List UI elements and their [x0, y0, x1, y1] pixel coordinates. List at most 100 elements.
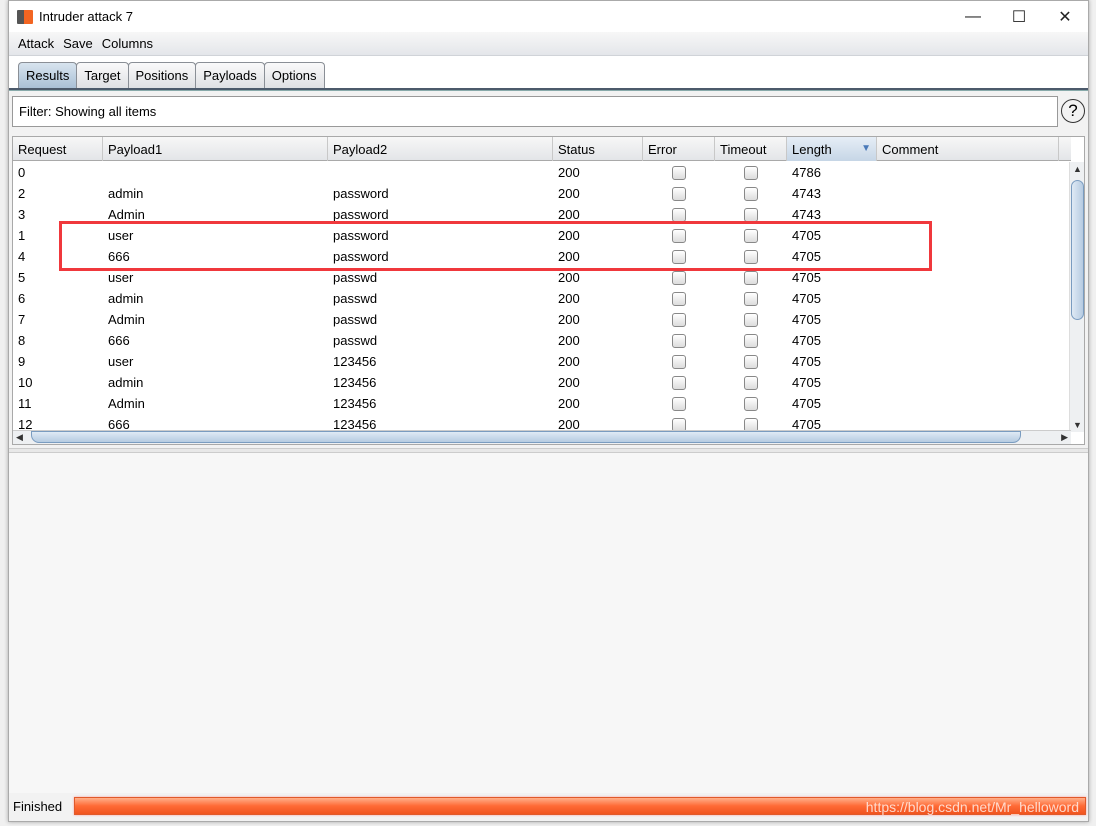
checkbox-icon[interactable]: [672, 249, 686, 264]
column-header-request[interactable]: Request: [13, 137, 103, 161]
scroll-left-icon[interactable]: ◀: [16, 432, 23, 443]
table-row[interactable]: 8 666 passwd 200 4705: [13, 330, 1071, 351]
table-row[interactable]: 1 user password 200 4705: [13, 225, 1071, 246]
cell-payload2: password: [333, 207, 389, 222]
tab-positions[interactable]: Positions: [127, 62, 197, 88]
checkbox-icon[interactable]: [744, 312, 758, 327]
timeout-checkbox[interactable]: [715, 291, 787, 306]
tab-results[interactable]: Results: [18, 62, 78, 88]
error-checkbox[interactable]: [643, 249, 715, 264]
tab-options[interactable]: Options: [263, 62, 325, 88]
window-title: Intruder attack 7: [39, 9, 133, 24]
sort-descending-icon[interactable]: ▼: [861, 143, 871, 154]
column-header-comment[interactable]: Comment: [877, 137, 1059, 161]
vertical-scrollbar[interactable]: ▲ ▼: [1069, 162, 1084, 432]
error-checkbox[interactable]: [643, 228, 715, 243]
error-checkbox[interactable]: [643, 333, 715, 348]
checkbox-icon[interactable]: [744, 375, 758, 390]
cell-payload2: password: [333, 228, 389, 243]
table-row[interactable]: 7 Admin passwd 200 4705: [13, 309, 1071, 330]
scroll-right-icon[interactable]: ▶: [1061, 432, 1068, 443]
checkbox-icon[interactable]: [744, 291, 758, 306]
checkbox-icon[interactable]: [672, 333, 686, 348]
checkbox-icon[interactable]: [744, 186, 758, 201]
error-checkbox[interactable]: [643, 312, 715, 327]
checkbox-icon[interactable]: [672, 375, 686, 390]
filter-bar[interactable]: Filter: Showing all items: [12, 96, 1058, 127]
error-checkbox[interactable]: [643, 207, 715, 222]
checkbox-icon[interactable]: [744, 165, 758, 180]
timeout-checkbox[interactable]: [715, 165, 787, 180]
column-header-payload1[interactable]: Payload1: [103, 137, 328, 161]
timeout-checkbox[interactable]: [715, 186, 787, 201]
timeout-checkbox[interactable]: [715, 228, 787, 243]
tab-payloads[interactable]: Payloads: [195, 62, 265, 88]
scroll-down-icon[interactable]: ▼: [1073, 420, 1082, 430]
cell-payload2: password: [333, 249, 389, 264]
timeout-checkbox[interactable]: [715, 396, 787, 411]
table-row[interactable]: 3 Admin password 200 4743: [13, 204, 1071, 225]
column-header-error[interactable]: Error: [643, 137, 715, 161]
vertical-scroll-thumb[interactable]: [1071, 180, 1084, 320]
menu-attack[interactable]: Attack: [18, 36, 54, 51]
error-checkbox[interactable]: [643, 270, 715, 285]
table-row[interactable]: 2 admin password 200 4743: [13, 183, 1071, 204]
timeout-checkbox[interactable]: [715, 249, 787, 264]
checkbox-icon[interactable]: [672, 270, 686, 285]
column-header-length[interactable]: Length ▼: [787, 137, 877, 161]
checkbox-icon[interactable]: [672, 186, 686, 201]
checkbox-icon[interactable]: [672, 165, 686, 180]
checkbox-icon[interactable]: [672, 312, 686, 327]
error-checkbox[interactable]: [643, 165, 715, 180]
checkbox-icon[interactable]: [672, 291, 686, 306]
checkbox-icon[interactable]: [744, 333, 758, 348]
cell-payload1: Admin: [108, 207, 145, 222]
checkbox-icon[interactable]: [672, 396, 686, 411]
scroll-up-icon[interactable]: ▲: [1073, 164, 1082, 174]
column-header-status[interactable]: Status: [553, 137, 643, 161]
minimize-button[interactable]: —: [950, 1, 996, 32]
checkbox-icon[interactable]: [744, 207, 758, 222]
cell-request: 7: [18, 312, 26, 327]
checkbox-icon[interactable]: [672, 207, 686, 222]
column-header-timeout[interactable]: Timeout: [715, 137, 787, 161]
table-row[interactable]: 9 user 123456 200 4705: [13, 351, 1071, 372]
column-header-label: Error: [648, 141, 677, 157]
checkbox-icon[interactable]: [744, 228, 758, 243]
menu-bar: Attack Save Columns: [9, 32, 1088, 56]
table-row[interactable]: 5 user passwd 200 4705: [13, 267, 1071, 288]
checkbox-icon[interactable]: [672, 354, 686, 369]
horizontal-scrollbar[interactable]: ◀ ▶: [13, 430, 1071, 444]
cell-payload1: admin: [108, 186, 144, 201]
table-row[interactable]: 4 666 password 200 4705: [13, 246, 1071, 267]
table-row[interactable]: 0 200 4786: [13, 162, 1071, 183]
table-row[interactable]: 10 admin 123456 200 4705: [13, 372, 1071, 393]
timeout-checkbox[interactable]: [715, 270, 787, 285]
horizontal-scroll-thumb[interactable]: [31, 431, 1021, 443]
close-button[interactable]: ✕: [1042, 1, 1088, 32]
menu-columns[interactable]: Columns: [102, 36, 153, 51]
timeout-checkbox[interactable]: [715, 375, 787, 390]
error-checkbox[interactable]: [643, 375, 715, 390]
table-row[interactable]: 11 Admin 123456 200 4705: [13, 393, 1071, 414]
column-header-payload2[interactable]: Payload2: [328, 137, 553, 161]
error-checkbox[interactable]: [643, 186, 715, 201]
error-checkbox[interactable]: [643, 396, 715, 411]
checkbox-icon[interactable]: [744, 396, 758, 411]
error-checkbox[interactable]: [643, 291, 715, 306]
maximize-button[interactable]: ☐: [996, 1, 1042, 32]
menu-save[interactable]: Save: [63, 36, 93, 51]
help-icon[interactable]: ?: [1061, 99, 1085, 123]
checkbox-icon[interactable]: [672, 228, 686, 243]
cell-payload1: 666: [108, 249, 130, 264]
checkbox-icon[interactable]: [744, 354, 758, 369]
tab-target[interactable]: Target: [76, 62, 129, 88]
timeout-checkbox[interactable]: [715, 207, 787, 222]
checkbox-icon[interactable]: [744, 270, 758, 285]
checkbox-icon[interactable]: [744, 249, 758, 264]
error-checkbox[interactable]: [643, 354, 715, 369]
timeout-checkbox[interactable]: [715, 354, 787, 369]
timeout-checkbox[interactable]: [715, 333, 787, 348]
table-row[interactable]: 6 admin passwd 200 4705: [13, 288, 1071, 309]
timeout-checkbox[interactable]: [715, 312, 787, 327]
